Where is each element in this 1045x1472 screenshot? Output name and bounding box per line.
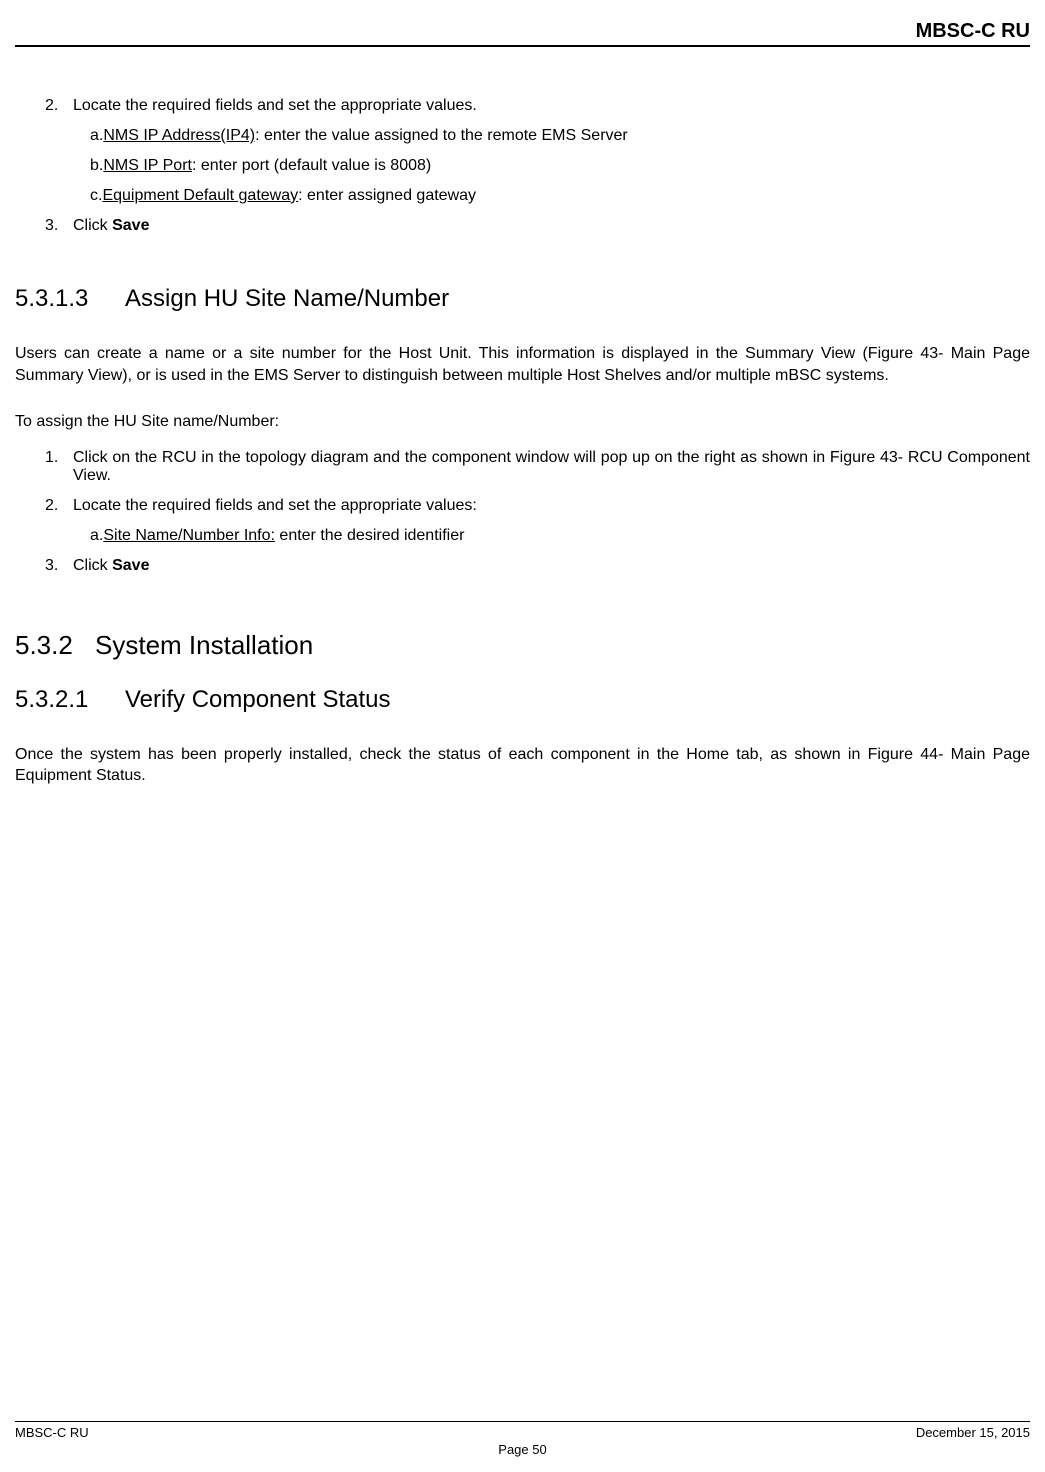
- paragraph: Once the system has been properly instal…: [15, 744, 1030, 787]
- list-text: Locate the required fields and set the a…: [73, 497, 1030, 515]
- heading-title: Verify Component Status: [125, 686, 390, 714]
- sub-prefix: b.: [90, 157, 103, 174]
- list-text: Click on the RCU in the topology diagram…: [73, 449, 1030, 485]
- footer-left: MBSC-C RU: [15, 1425, 89, 1440]
- header-title: MBSC-C RU: [916, 20, 1030, 42]
- sub-label: NMS IP Port: [103, 157, 192, 174]
- list-text: Click Save: [73, 557, 1030, 575]
- list-item: 2. Locate the required fields and set th…: [45, 497, 1030, 515]
- sub-prefix: a.: [90, 127, 103, 144]
- heading-5-3-1-3: 5.3.1.3 Assign HU Site Name/Number: [15, 285, 1030, 313]
- list-text: Click Save: [73, 217, 1030, 235]
- paragraph: To assign the HU Site name/Number:: [15, 411, 1030, 433]
- heading-number: 5.3.1.3: [15, 285, 125, 313]
- sub-list-item: a.Site Name/Number Info: enter the desir…: [90, 527, 1030, 545]
- list-number: 3.: [45, 217, 73, 235]
- sub-text: : enter the value assigned to the remote…: [255, 127, 628, 144]
- sub-prefix: a.: [90, 527, 103, 544]
- heading-number: 5.3.2: [15, 630, 95, 661]
- list-number: 1.: [45, 449, 73, 485]
- list-number: 2.: [45, 497, 73, 515]
- sub-label: NMS IP Address(IP4): [103, 127, 255, 144]
- sub-list-item: a.NMS IP Address(IP4): enter the value a…: [90, 127, 1030, 145]
- sub-text: enter the desired identifier: [275, 527, 464, 544]
- list-item: 1. Click on the RCU in the topology diag…: [45, 449, 1030, 485]
- heading-5-3-2: 5.3.2 System Installation: [15, 630, 1030, 661]
- list-number: 3.: [45, 557, 73, 575]
- continuation-list: 2. Locate the required fields and set th…: [15, 97, 1030, 235]
- paragraph: Users can create a name or a site number…: [15, 343, 1030, 386]
- page-footer: MBSC-C RU December 15, 2015 Page 50: [15, 1421, 1030, 1457]
- heading-5-3-2-1: 5.3.2.1 Verify Component Status: [15, 686, 1030, 714]
- footer-right: December 15, 2015: [916, 1425, 1030, 1440]
- heading-number: 5.3.2.1: [15, 686, 125, 714]
- sub-label: Equipment Default gateway: [102, 187, 298, 204]
- sub-prefix: c.: [90, 187, 102, 204]
- list-text: Locate the required fields and set the a…: [73, 97, 1030, 115]
- heading-title: System Installation: [95, 630, 313, 661]
- ordered-list: 1. Click on the RCU in the topology diag…: [15, 449, 1030, 575]
- footer-page-number: Page 50: [15, 1442, 1030, 1457]
- heading-title: Assign HU Site Name/Number: [125, 285, 449, 313]
- sub-label: Site Name/Number Info:: [103, 527, 275, 544]
- sub-list-item: b.NMS IP Port: enter port (default value…: [90, 157, 1030, 175]
- list-number: 2.: [45, 97, 73, 115]
- page-header: MBSC-C RU: [15, 20, 1030, 47]
- list-item: 2. Locate the required fields and set th…: [45, 97, 1030, 115]
- list-item: 3. Click Save: [45, 217, 1030, 235]
- sub-list-item: c.Equipment Default gateway: enter assig…: [90, 187, 1030, 205]
- sub-text: : enter port (default value is 8008): [192, 157, 431, 174]
- list-item: 3. Click Save: [45, 557, 1030, 575]
- sub-text: : enter assigned gateway: [298, 187, 476, 204]
